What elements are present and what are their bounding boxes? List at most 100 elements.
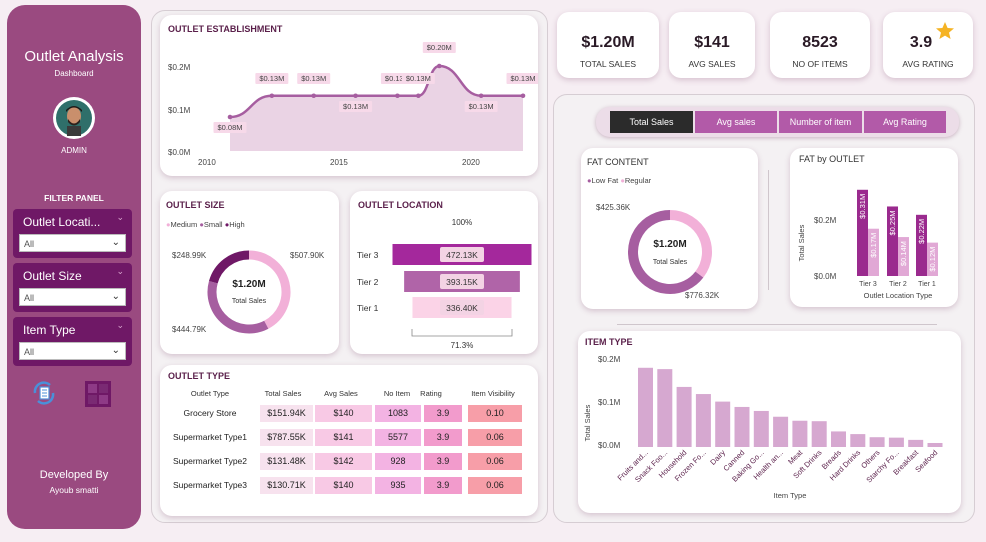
- grid-view-icon[interactable]: [84, 380, 112, 408]
- donut-center-label: Total Sales: [232, 298, 267, 305]
- author-name: Ayoub smatti: [49, 485, 99, 495]
- outlet-location-funnel: 100% 71.3% 472.13K Tier 3 393.15K Tier 2 336…: [357, 218, 532, 350]
- slice-label: $507.90K: [290, 251, 325, 260]
- filter-outlet-location[interactable]: Outlet Locati... ⌄ All ⌄: [13, 209, 132, 258]
- data-label: $0.13M: [301, 74, 326, 83]
- bar: [792, 420, 808, 447]
- slice-label: $248.99K: [172, 251, 207, 260]
- data-label: $0.08M: [217, 123, 242, 132]
- x-tick: Tier 2: [889, 281, 907, 288]
- bar: [657, 369, 673, 447]
- donut-center-value: $1.20M: [232, 279, 265, 290]
- data-point: [227, 114, 233, 120]
- filter-outlet-size[interactable]: Outlet Size ⌄ All ⌄: [13, 263, 132, 312]
- table-cell: 3.9: [424, 453, 462, 470]
- bar: [831, 431, 846, 447]
- data-label: $0.20M: [427, 43, 452, 52]
- data-point: [416, 93, 421, 99]
- filter-panel-title: FILTER PANEL: [44, 193, 104, 203]
- x-axis-title: Item Type: [774, 491, 807, 500]
- kpi-label: AVG RATING: [902, 59, 954, 69]
- bar: [676, 386, 692, 447]
- x-tick: 2015: [330, 158, 348, 167]
- tab-avg-sales[interactable]: Avg sales: [695, 111, 777, 133]
- kpi-no-of-items: 8523 NO OF ITEMS: [770, 12, 870, 78]
- fat-content-donut: $1.20M Total Sales $425.36K $776.32K: [596, 203, 720, 300]
- column-header: Outlet Type: [190, 389, 230, 398]
- item-type-select[interactable]: All ⌄: [19, 342, 126, 360]
- bar: [734, 406, 750, 447]
- tab-avg-rating[interactable]: Avg Rating: [864, 111, 946, 133]
- tab-total-sales[interactable]: Total Sales: [610, 111, 693, 133]
- chevron-down-icon[interactable]: ⌄: [116, 212, 124, 223]
- table-cell: 0.10: [468, 405, 522, 422]
- item-type-chart: Total Sales $0.2M $0.1M $0.0M Item Type …: [583, 355, 943, 500]
- tier-label: Tier 2: [357, 277, 379, 287]
- x-tick: 2020: [462, 158, 480, 167]
- x-tick: Tier 3: [859, 281, 877, 288]
- filter-label: Outlet Locati...: [23, 215, 101, 229]
- divider: [768, 170, 769, 290]
- x-axis-title: Outlet Location Type: [864, 291, 933, 300]
- table-cell: $140: [315, 405, 372, 422]
- bar-label: $0.22M: [917, 219, 926, 244]
- outlet-size-donut: $1.20M Total Sales $248.99K $507.90K $44…: [172, 250, 325, 334]
- y-tick: $0.1M: [598, 398, 621, 407]
- kpi-total-sales: $1.20M TOTAL SALES: [557, 12, 659, 78]
- data-label: $0.13M: [469, 102, 494, 111]
- bar: [773, 416, 789, 447]
- table-cell: 0.06: [468, 453, 522, 470]
- tier-label: Tier 1: [357, 303, 379, 313]
- reset-filters-icon[interactable]: [30, 379, 58, 407]
- filter-item-type[interactable]: Item Type ⌄ All ⌄: [13, 317, 132, 366]
- select-value: All: [24, 293, 35, 303]
- slice-label: $776.32K: [685, 291, 720, 300]
- chevron-down-icon[interactable]: ⌄: [116, 320, 124, 331]
- column-header: Item Visibility: [471, 389, 515, 398]
- divider: [617, 324, 937, 325]
- outlet-type-table: Outlet Type Total Sales Avg Sales No Item Ra…: [160, 365, 538, 516]
- bar: [638, 367, 653, 447]
- filter-label: Item Type: [23, 323, 76, 337]
- data-label: $0.13M: [343, 102, 368, 111]
- bar: [888, 437, 904, 447]
- table-cell: $151.94K: [260, 405, 313, 422]
- row-label: Supermarket Type1: [172, 432, 248, 442]
- outlet-location-select[interactable]: All ⌄: [19, 234, 126, 252]
- y-tick: $0.0M: [598, 441, 621, 450]
- outlet-establishment-card: OUTLET ESTABLISHMENT $0.2M $0.1M $0.0M 2…: [160, 15, 538, 176]
- table-cell: 5577: [375, 429, 421, 446]
- data-point: [311, 93, 317, 99]
- table-cell: 935: [375, 477, 421, 494]
- table-cell: $141: [315, 429, 372, 446]
- y-tick: $0.0M: [814, 272, 837, 281]
- donut-center-value: $1.20M: [653, 239, 686, 250]
- chevron-down-icon[interactable]: ⌄: [116, 266, 124, 277]
- select-value: All: [24, 239, 35, 249]
- table-cell: 3.9: [424, 477, 462, 494]
- fat-by-outlet-chart: Total Sales $0.2M $0.0M Outlet Location …: [797, 189, 938, 300]
- data-point: [353, 93, 358, 99]
- establishment-chart: $0.2M $0.1M $0.0M 2010 2015 2020 $0.08M $…: [168, 42, 538, 167]
- kpi-value: $1.20M: [581, 34, 635, 51]
- x-tick: 2010: [198, 158, 216, 167]
- outlet-size-select[interactable]: All ⌄: [19, 288, 126, 306]
- data-point: [520, 93, 526, 99]
- tab-number-of-item[interactable]: Number of item: [779, 111, 862, 133]
- bar: [695, 394, 711, 447]
- y-axis-title: Total Sales: [583, 404, 592, 441]
- kpi-label: NO OF ITEMS: [792, 59, 848, 69]
- kpi-value: 8523: [802, 34, 838, 51]
- value-label: 336.40K: [446, 303, 478, 313]
- x-tick: Tier 1: [918, 281, 936, 288]
- user-avatar-icon: [56, 100, 92, 136]
- funnel-bracket: [411, 329, 513, 337]
- bar-label: $0.12M: [928, 247, 937, 272]
- table-cell: $787.55K: [260, 429, 313, 446]
- table-cell: 0.06: [468, 477, 522, 494]
- user-role: ADMIN: [61, 146, 87, 155]
- fat-content-card: FAT CONTENT ●Low Fat ●Regular $1.20M Tot…: [581, 148, 758, 309]
- outlet-location-card: OUTLET LOCATION 100% 71.3% 472.13K Tier 3…: [350, 191, 538, 354]
- kpi-label: AVG SALES: [688, 59, 736, 69]
- value-label: 472.13K: [446, 250, 478, 260]
